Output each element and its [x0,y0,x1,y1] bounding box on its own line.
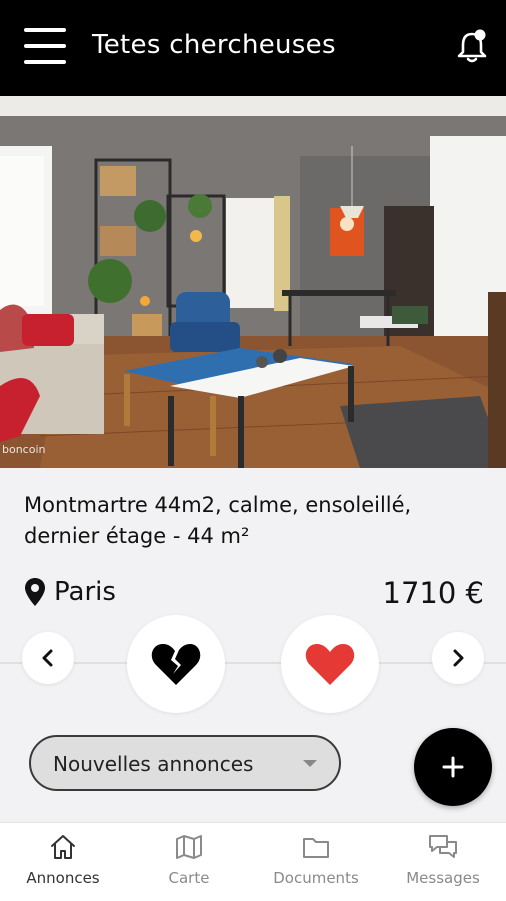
add-button[interactable] [414,728,492,806]
bottom-navigation: Annonces Carte Documents Messages [0,822,506,901]
chevron-right-icon [453,649,464,667]
notification-bell-icon[interactable] [452,26,492,66]
home-icon [51,835,75,859]
location-pin-icon [25,578,45,606]
location-label: Paris [54,577,116,607]
app-header: Tetes chercheuses [0,0,506,96]
chevron-left-icon [42,649,53,667]
folder-icon [303,838,329,858]
chat-icon [429,835,457,858]
app-title: Tetes chercheuses [92,30,336,60]
broken-heart-icon [151,644,201,685]
menu-icon[interactable] [24,28,66,66]
map-icon [176,835,202,859]
caret-down-icon [303,760,317,767]
listing-price: 1710 € [382,576,484,610]
next-button[interactable] [432,632,484,684]
listing-location: Paris [24,574,116,610]
nav-label-messages: Messages [406,869,480,887]
filter-selected-label: Nouvelles annonces [53,752,254,776]
listing-filter-select[interactable]: Nouvelles annonces [29,735,341,791]
plus-icon [442,756,464,778]
photo-credit: boncoin [2,443,46,456]
listing-title: Montmartre 44m2, calme, ensoleillé, dern… [24,493,412,548]
nav-label-annonces: Annonces [26,869,100,887]
nav-label-documents: Documents [273,869,359,887]
swipe-track [0,662,506,664]
nav-item-annonces[interactable]: Annonces [0,823,126,901]
nav-label-carte: Carte [168,869,210,887]
dislike-button[interactable] [127,615,225,713]
nav-item-messages[interactable]: Messages [380,823,506,901]
previous-button[interactable] [22,632,74,684]
like-button[interactable] [281,615,379,713]
listing-photo[interactable] [0,96,506,468]
nav-item-carte[interactable]: Carte [126,823,252,901]
heart-icon [305,644,355,685]
nav-item-documents[interactable]: Documents [253,823,379,901]
